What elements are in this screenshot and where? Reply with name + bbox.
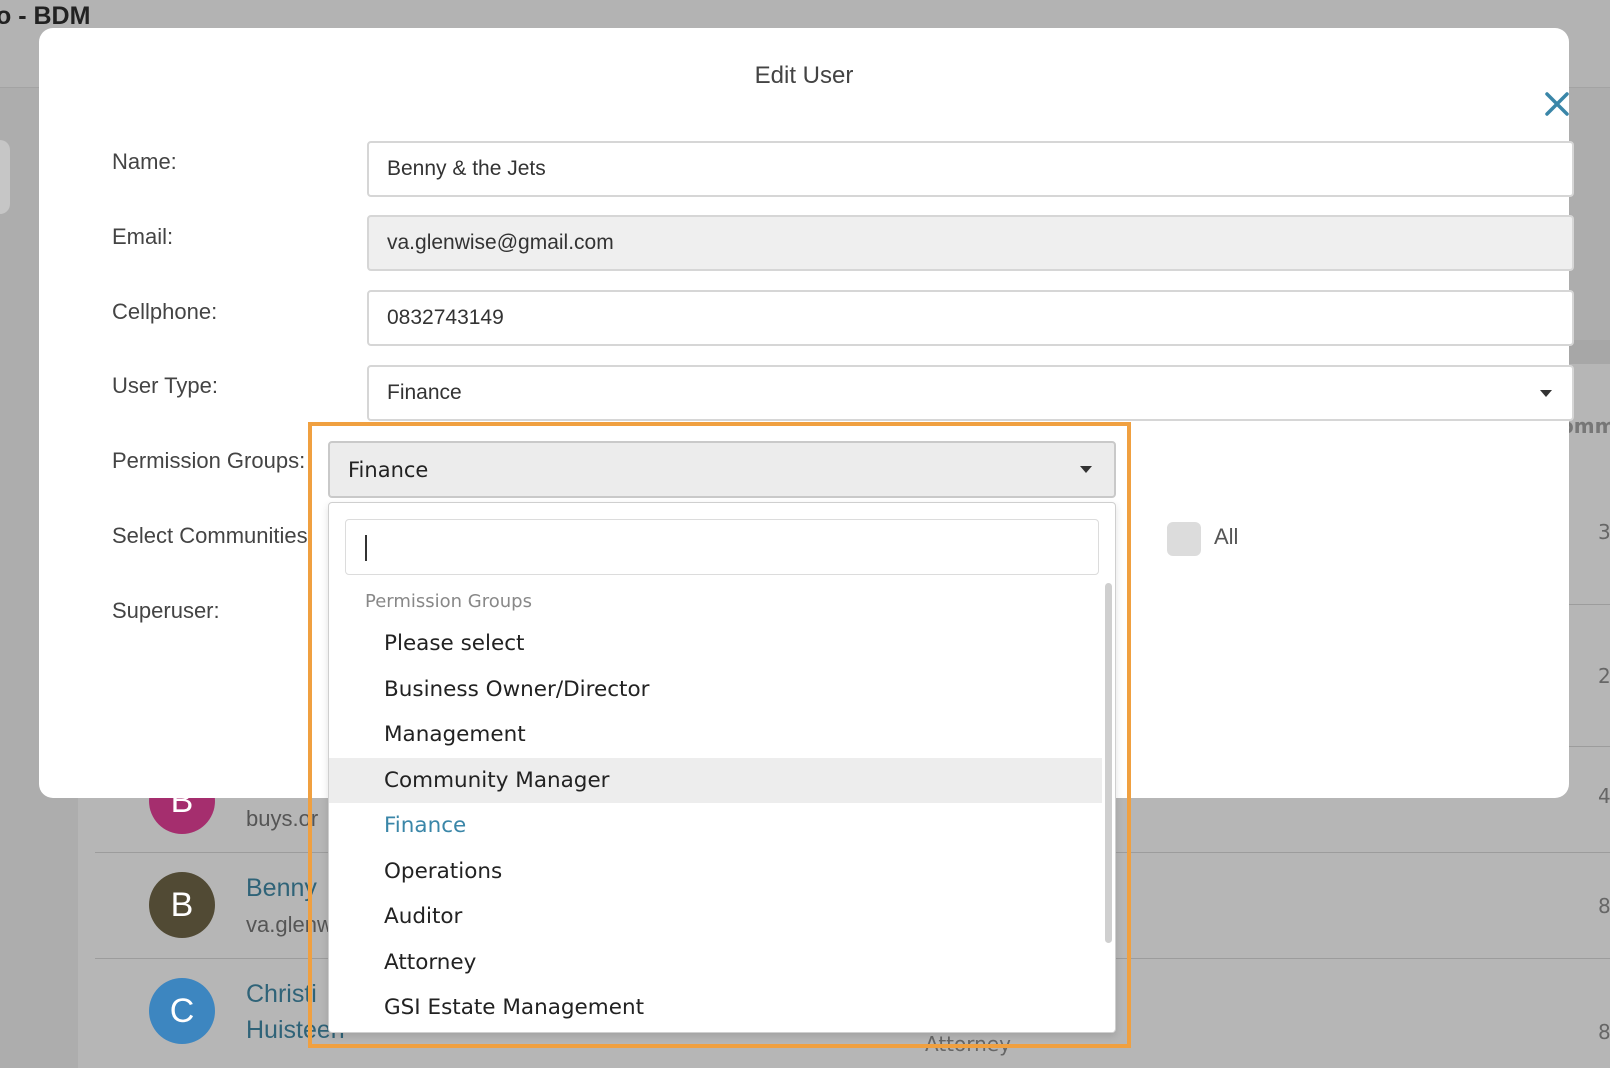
option-business-owner[interactable]: Business Owner/Director bbox=[329, 667, 1103, 713]
modal-title: Edit User bbox=[754, 62, 854, 89]
option-finance[interactable]: Finance bbox=[329, 803, 1103, 849]
permission-groups-select[interactable]: Finance bbox=[328, 441, 1116, 498]
user-email: buys.or bbox=[246, 806, 319, 831]
permission-groups-value: Finance bbox=[348, 457, 429, 482]
scrollbar-thumb[interactable] bbox=[1105, 583, 1112, 943]
option-management[interactable]: Management bbox=[329, 712, 1103, 758]
name-label: Name: bbox=[112, 149, 177, 174]
text-cursor bbox=[365, 535, 367, 561]
row-count: 3 bbox=[1598, 520, 1610, 544]
email-label: Email: bbox=[112, 224, 174, 249]
superuser-label: Superuser: bbox=[112, 598, 220, 623]
option-operations[interactable]: Operations bbox=[329, 849, 1103, 895]
all-communities-label: All bbox=[1214, 524, 1239, 549]
role-label: Attorney bbox=[925, 1032, 1011, 1056]
row-count: 2 bbox=[1598, 664, 1610, 688]
name-input[interactable] bbox=[367, 141, 1574, 197]
all-communities-checkbox[interactable] bbox=[1167, 522, 1201, 556]
avatar: C bbox=[149, 978, 215, 1044]
row-count: 8 bbox=[1598, 1020, 1610, 1044]
user-email: va.glenw bbox=[246, 912, 333, 937]
email-field bbox=[367, 215, 1574, 271]
user-name-link[interactable]: Christi bbox=[246, 980, 317, 1009]
cellphone-label: Cellphone: bbox=[112, 299, 218, 324]
user-type-select[interactable]: Finance bbox=[367, 365, 1574, 421]
option-please-select[interactable]: Please select bbox=[329, 621, 1103, 667]
permission-groups-dropdown: Permission Groups Please select Business… bbox=[328, 502, 1116, 1033]
permission-groups-label: Permission Groups: bbox=[112, 448, 306, 473]
option-community-manager[interactable]: Community Manager bbox=[329, 757, 1103, 803]
options-list: Please select Business Owner/Director Ma… bbox=[329, 621, 1103, 1031]
app-title: o - BDM bbox=[0, 2, 91, 30]
close-icon bbox=[1545, 92, 1569, 116]
close-button[interactable] bbox=[1539, 86, 1575, 122]
option-group-label: Permission Groups bbox=[365, 591, 532, 612]
dropdown-search-input[interactable] bbox=[345, 519, 1099, 575]
row-count: 4 bbox=[1598, 784, 1610, 808]
chevron-down-icon bbox=[1540, 390, 1552, 397]
side-tab bbox=[0, 140, 10, 214]
user-type-label: User Type: bbox=[112, 373, 218, 398]
cellphone-input[interactable] bbox=[367, 290, 1574, 346]
option-gsi-estate-management[interactable]: GSI Estate Management bbox=[329, 985, 1103, 1031]
row-count: 8 bbox=[1598, 894, 1610, 918]
option-auditor[interactable]: Auditor bbox=[329, 894, 1103, 940]
dropdown-scrollbar[interactable] bbox=[1102, 583, 1114, 1032]
chevron-down-icon bbox=[1080, 466, 1092, 473]
option-attorney[interactable]: Attorney bbox=[329, 940, 1103, 986]
user-type-value: Finance bbox=[387, 381, 462, 404]
avatar: B bbox=[149, 872, 215, 938]
user-name-link[interactable]: Benny bbox=[246, 874, 317, 903]
select-communities-label: Select Communities: bbox=[112, 523, 314, 548]
